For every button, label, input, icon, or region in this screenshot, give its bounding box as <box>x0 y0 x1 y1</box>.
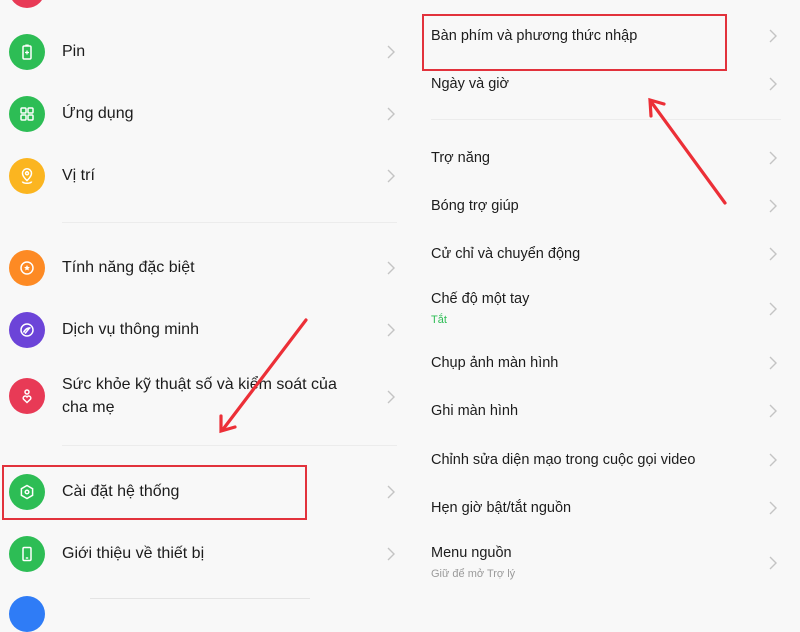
chevron-right-icon <box>384 169 398 183</box>
settings-item-video-call-beauty[interactable]: Chỉnh sửa diện mạo trong cuộc gọi video <box>400 446 800 474</box>
settings-item-label: Pin <box>62 43 86 60</box>
settings-item-label: Trợ năng <box>431 150 490 166</box>
chevron-right-icon <box>766 247 780 261</box>
settings-item-screen-record[interactable]: Ghi màn hình <box>400 397 800 425</box>
chevron-right-icon <box>384 45 398 59</box>
settings-item-one-hand-mode[interactable]: Chế độ một tay Tắt <box>400 288 800 330</box>
section-divider <box>62 445 397 446</box>
chevron-right-icon <box>766 151 780 165</box>
system-settings-list: Bàn phím và phương thức nhập Ngày và giờ… <box>400 0 800 600</box>
settings-item-label: Menu nguồn <box>431 545 512 561</box>
chevron-right-icon <box>384 107 398 121</box>
settings-item-label-line2: cha mẹ <box>62 399 115 416</box>
heart-person-icon <box>9 378 45 414</box>
chevron-right-icon <box>766 501 780 515</box>
settings-item-gestures[interactable]: Cử chỉ và chuyển động <box>400 240 800 268</box>
section-divider <box>90 598 310 599</box>
settings-item-apps[interactable]: Ứng dụng <box>0 92 400 136</box>
chevron-right-icon <box>766 356 780 370</box>
smart-service-icon <box>9 312 45 348</box>
battery-icon <box>9 34 45 70</box>
chevron-right-icon <box>384 261 398 275</box>
apps-grid-icon <box>9 96 45 132</box>
settings-item-label: Vị trí <box>62 167 95 184</box>
settings-item-about-device[interactable]: Giới thiệu về thiết bị <box>0 532 400 576</box>
power-menu-sublabel: Giữ để mở Trợ lý <box>431 568 516 580</box>
star-badge-icon <box>9 250 45 286</box>
chevron-right-icon <box>766 29 780 43</box>
chevron-right-icon <box>384 547 398 561</box>
chevron-right-icon <box>384 485 398 499</box>
settings-item-label: Chỉnh sửa diện mạo trong cuộc gọi video <box>431 452 696 468</box>
chevron-right-icon <box>766 199 780 213</box>
settings-item-date-time[interactable]: Ngày và giờ <box>400 70 800 98</box>
section-divider <box>431 119 781 120</box>
settings-item-label: Bóng trợ giúp <box>431 198 519 214</box>
chevron-right-icon <box>766 556 780 570</box>
settings-item-accessibility[interactable]: Trợ năng <box>400 144 800 172</box>
settings-item-smart-services[interactable]: Dịch vụ thông minh <box>0 308 400 352</box>
settings-item-label: Ghi màn hình <box>431 403 519 419</box>
settings-item-label: Tính năng đặc biệt <box>62 259 195 276</box>
settings-item-special-features[interactable]: Tính năng đặc biệt <box>0 246 400 290</box>
settings-item-label: Hẹn giờ bật/tắt nguồn <box>431 500 572 516</box>
settings-item-power-menu[interactable]: Menu nguồn Giữ để mở Trợ lý <box>400 542 800 584</box>
partial-bottom-icon <box>9 596 45 632</box>
highlight-box-keyboard-input <box>422 14 727 71</box>
settings-item-label: Chế độ một tay <box>431 291 530 307</box>
settings-item-label: Ngày và giờ <box>431 76 510 92</box>
chevron-right-icon <box>766 453 780 467</box>
settings-item-label: Cử chỉ và chuyển động <box>431 246 581 262</box>
settings-item-digital-wellbeing[interactable]: Sức khỏe kỹ thuật số và kiểm soát của ch… <box>0 370 400 424</box>
settings-item-label: Dịch vụ thông minh <box>62 321 199 338</box>
settings-main-list: Pin Ứng dụng Vị trí Tính năng đặc biệt D… <box>0 0 400 632</box>
settings-item-label: Chụp ảnh màn hình <box>431 355 559 371</box>
settings-item-battery[interactable]: Pin <box>0 30 400 74</box>
partial-top-icon <box>9 0 45 8</box>
settings-item-label: Sức khỏe kỹ thuật số và kiểm soát của <box>62 376 337 393</box>
location-pin-icon <box>9 158 45 194</box>
highlight-box-system-settings <box>2 465 307 520</box>
status-off-label: Tắt <box>431 314 447 326</box>
section-divider <box>62 222 397 223</box>
settings-item-scheduled-power[interactable]: Hẹn giờ bật/tắt nguồn <box>400 494 800 522</box>
settings-item-location[interactable]: Vị trí <box>0 154 400 198</box>
settings-item-label: Ứng dụng <box>62 105 134 122</box>
chevron-right-icon <box>384 323 398 337</box>
chevron-right-icon <box>766 404 780 418</box>
settings-item-screenshot[interactable]: Chụp ảnh màn hình <box>400 349 800 377</box>
chevron-right-icon <box>384 390 398 404</box>
chevron-right-icon <box>766 302 780 316</box>
settings-item-label: Giới thiệu về thiết bị <box>62 545 205 562</box>
chevron-right-icon <box>766 77 780 91</box>
phone-icon <box>9 536 45 572</box>
settings-item-assistive-ball[interactable]: Bóng trợ giúp <box>400 192 800 220</box>
